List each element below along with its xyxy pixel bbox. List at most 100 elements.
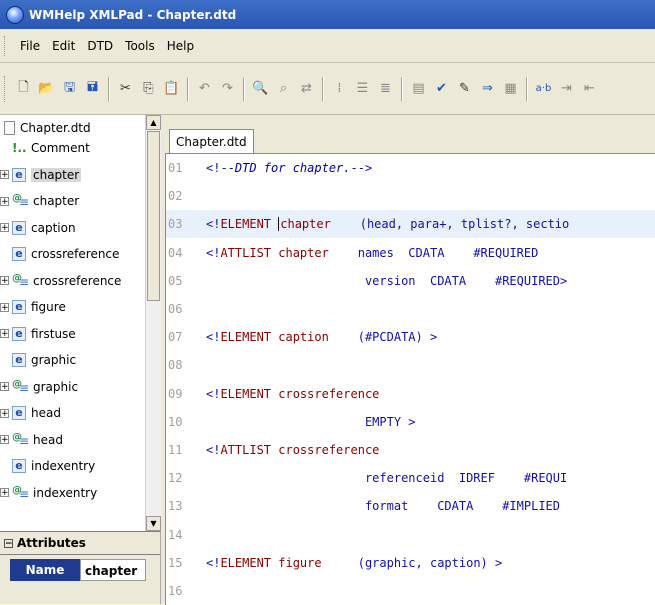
code-line[interactable]: 10 EMPTY >: [166, 408, 655, 436]
code-line[interactable]: 12 referenceid IDREF #REQUI: [166, 464, 655, 492]
tree-item-element[interactable]: e crossreference: [0, 241, 119, 267]
code-line[interactable]: 13 format CDATA #IMPLIED: [166, 492, 655, 520]
tree-item-element[interactable]: + e figure: [0, 294, 66, 320]
scroll-thumb[interactable]: [147, 131, 160, 301]
app-icon: [6, 5, 24, 24]
toolbar-separator: [108, 76, 110, 101]
tree-item-element[interactable]: e graphic: [0, 347, 76, 373]
code-token: ELEMENT: [220, 555, 279, 570]
preview-icon[interactable]: ▦: [501, 79, 520, 98]
menu-dtd[interactable]: DTD: [81, 39, 119, 53]
collapse-icon[interactable]: −: [4, 538, 13, 548]
expand-icon[interactable]: +: [0, 408, 9, 418]
menu-help[interactable]: Help: [161, 39, 200, 53]
tab-chapter-dtd[interactable]: Chapter.dtd: [169, 129, 254, 154]
menubar-grip[interactable]: [4, 35, 8, 56]
copy-icon[interactable]: ⎘: [139, 79, 158, 98]
expand-icon[interactable]: +: [0, 329, 9, 339]
code-token: version CDATA #REQUIRED>: [206, 273, 568, 288]
expand-icon[interactable]: +: [0, 382, 9, 392]
toolbar-separator: [401, 76, 403, 101]
menu-edit[interactable]: Edit: [46, 39, 81, 53]
tree-item-element[interactable]: + e firstuse: [0, 321, 76, 347]
increase-indent-icon[interactable]: ⇥: [557, 79, 576, 98]
code-token: figure: [278, 555, 322, 570]
tree-item-attlist[interactable]: + head: [0, 427, 63, 453]
tree-item-element[interactable]: + e head: [0, 400, 61, 426]
tree-item-attlist[interactable]: + chapter: [0, 188, 79, 214]
code-line[interactable]: 11 <! ATTLIST crossreference: [166, 436, 655, 464]
code-line[interactable]: 02: [166, 182, 655, 210]
tree-item-label: figure: [31, 300, 66, 314]
undo-icon[interactable]: ↶: [195, 79, 214, 98]
tree-item-attlist[interactable]: + indexentry: [0, 480, 97, 506]
tree-item-element[interactable]: + e caption: [0, 215, 76, 241]
expand-icon[interactable]: +: [0, 170, 9, 180]
tree-item-element[interactable]: e indexentry: [0, 453, 95, 479]
code-line[interactable]: 16: [166, 577, 655, 605]
attributes-panel: − Attributes Name chapter: [0, 531, 161, 604]
paste-icon[interactable]: 📋: [162, 79, 181, 98]
save-icon[interactable]: 🖫: [60, 79, 79, 98]
toolbar-grip[interactable]: [4, 75, 8, 102]
dtd-tree-panel: Chapter.dtd !..Comment+echapter+chapter+…: [0, 115, 161, 531]
code-token: ELEMENT: [220, 330, 279, 345]
attributes-header[interactable]: − Attributes: [0, 531, 160, 555]
tree-scrollbar[interactable]: ▲ ▼: [145, 115, 161, 531]
code-token: EMPTY >: [206, 414, 416, 429]
expand-icon[interactable]: +: [0, 276, 9, 286]
word-wrap-icon[interactable]: a·b: [534, 79, 553, 98]
expand-icon[interactable]: +: [0, 488, 9, 498]
code-line[interactable]: 14: [166, 521, 655, 549]
app-window: WMHelp XMLPad - Chapter.dtd File Edit DT…: [0, 0, 655, 605]
tree-item-element[interactable]: + e chapter: [0, 162, 82, 188]
outdent-icon[interactable]: ≣: [376, 79, 395, 98]
cut-icon[interactable]: ✂: [116, 79, 135, 98]
tree-item-attlist[interactable]: + crossreference: [0, 268, 121, 294]
replace-icon[interactable]: ⇄: [297, 79, 316, 98]
code-line[interactable]: 06: [166, 295, 655, 323]
scroll-up-icon[interactable]: ▲: [146, 115, 161, 130]
expand-icon[interactable]: +: [0, 196, 9, 206]
expand-icon[interactable]: +: [0, 302, 9, 312]
indent-icon[interactable]: ☰: [353, 79, 372, 98]
save-all-icon[interactable]: 🖬: [83, 79, 102, 98]
toolbar-separator: [322, 76, 324, 101]
code-line[interactable]: 15 <! ELEMENT figure (graphic, caption) >: [166, 549, 655, 577]
code-line[interactable]: 08: [166, 351, 655, 379]
spellcheck-icon[interactable]: ✎: [455, 79, 474, 98]
transform-icon[interactable]: ⇒: [478, 79, 497, 98]
code-editor[interactable]: 01 <!-- DTD for chapter. --> 02 03 <! ELEMENT c…: [165, 153, 655, 605]
code-line[interactable]: 01 <!-- DTD for chapter. -->: [166, 154, 655, 182]
view-icon[interactable]: ▤: [409, 79, 428, 98]
code-line[interactable]: 05 version CDATA #REQUIRED>: [166, 267, 655, 295]
scroll-down-icon[interactable]: ▼: [146, 516, 161, 531]
find-icon[interactable]: 🔍: [251, 79, 270, 98]
code-token: (#PCDATA) >: [328, 330, 438, 345]
code-line[interactable]: 03 <! ELEMENT chapter (head, para+, tplist…: [166, 210, 655, 239]
code-line[interactable]: 09 <! ELEMENT crossreference: [166, 380, 655, 408]
expand-icon[interactable]: +: [0, 223, 9, 233]
tree-item-comment[interactable]: !.. Comment: [0, 135, 90, 161]
menu-file[interactable]: File: [14, 39, 46, 53]
code-token: DTD for chapter.: [234, 161, 351, 175]
menu-tools[interactable]: Tools: [119, 39, 161, 53]
line-number: 15: [168, 555, 183, 570]
decrease-indent-icon[interactable]: ⇤: [580, 79, 599, 98]
attribute-name-label: Name: [10, 559, 80, 581]
redo-icon[interactable]: ↷: [218, 79, 237, 98]
tree-item-label: chapter: [33, 194, 80, 208]
tree-item-attlist[interactable]: + graphic: [0, 374, 78, 400]
code-line[interactable]: 04 <! ATTLIST chapter names CDATA #REQUIRE…: [166, 239, 655, 267]
code-token: <!: [206, 245, 221, 260]
find-next-icon[interactable]: ⌕: [274, 79, 293, 98]
open-folder-icon[interactable]: 📂: [37, 79, 56, 98]
bookmark-icon[interactable]: ⁞: [330, 79, 349, 98]
attribute-name-value[interactable]: chapter: [80, 559, 146, 581]
code-token: ATTLIST: [220, 443, 279, 457]
expand-icon[interactable]: +: [0, 435, 9, 445]
code-line[interactable]: 07 <! ELEMENT caption (#PCDATA) >: [166, 323, 655, 351]
validate-icon[interactable]: ✔: [432, 79, 451, 98]
new-file-icon[interactable]: 🗋: [14, 79, 33, 98]
code-token: format CDATA #IMPLIED: [206, 499, 561, 514]
